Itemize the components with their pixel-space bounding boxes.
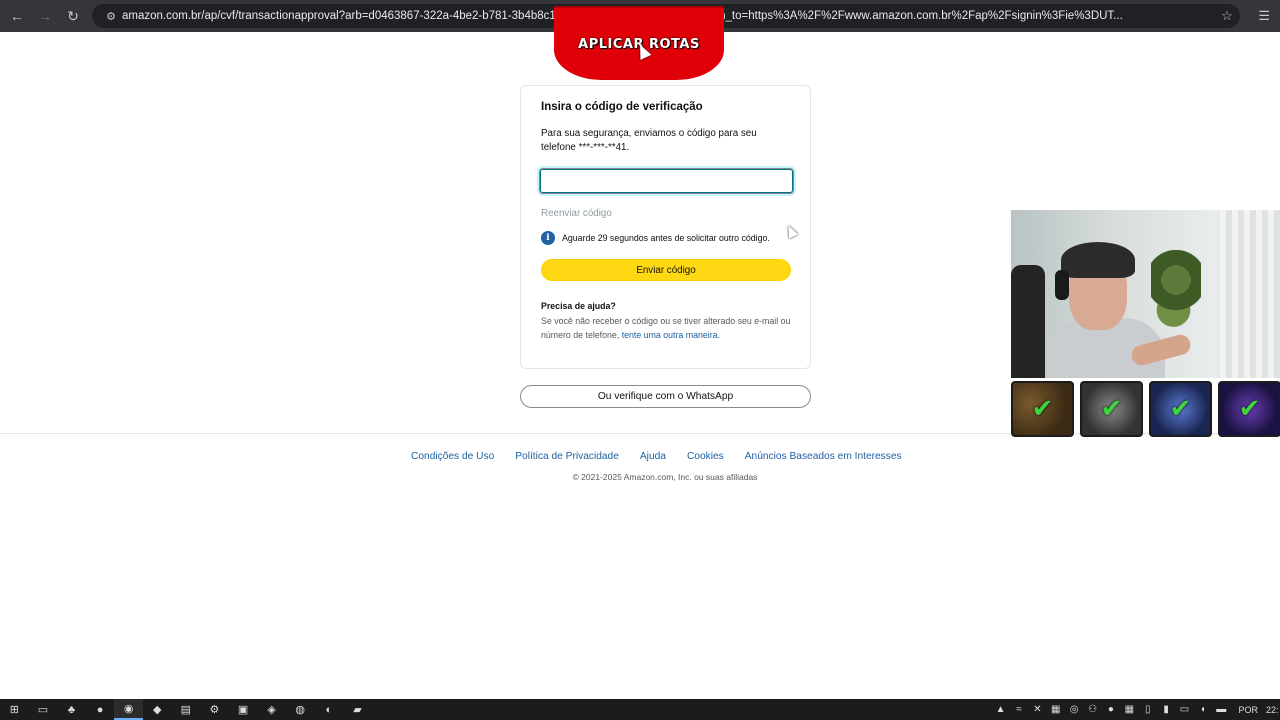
help-title: Precisa de ajuda? xyxy=(541,301,616,311)
obs-icon[interactable]: ⚙ xyxy=(200,699,229,720)
help-text-end: . xyxy=(717,330,720,340)
app-icon[interactable]: ◐ xyxy=(315,699,344,720)
footer-link-help[interactable]: Ajuda xyxy=(640,451,666,462)
resend-code-link[interactable]: Reenviar código xyxy=(541,208,612,219)
webcam-headphone xyxy=(1055,270,1069,300)
file-explorer-icon[interactable]: ▭ xyxy=(29,699,58,720)
check-icon: ✔ xyxy=(1238,394,1261,424)
app-icon[interactable]: ◈ xyxy=(257,699,286,720)
footer-link-privacy[interactable]: Política de Privacidade xyxy=(515,451,619,462)
verification-card: Insira o código de verificação Para sua … xyxy=(520,85,811,369)
spotify-icon[interactable]: ● xyxy=(86,699,115,720)
page-title: Insira o código de verificação xyxy=(541,101,703,113)
help-text: Se você não receber o código ou se tiver… xyxy=(541,314,791,342)
start-icon[interactable]: ⊞ xyxy=(0,699,29,720)
webcam-person-cap xyxy=(1061,242,1135,278)
tray-icon[interactable]: ✕ xyxy=(1028,704,1046,715)
app-icon[interactable]: ◆ xyxy=(143,699,172,720)
tray-icon[interactable]: ◎ xyxy=(1065,704,1083,715)
check-icon: ✔ xyxy=(1031,394,1054,424)
windows-taskbar: ⊞ ▭ ♣ ● ◉ ◆ ▤ ⚙ ▣ ◈ ◍ ◐ ▰ ▲ ≈ ✕ ▦ ◎ ⚇ ● … xyxy=(0,699,1280,720)
footer-link-cookies[interactable]: Cookies xyxy=(687,451,724,462)
check-icon: ✔ xyxy=(1100,394,1123,424)
folder-icon[interactable]: ▰ xyxy=(343,699,372,720)
tray-icon[interactable]: ▲ xyxy=(991,704,1009,715)
network-icon[interactable]: ▬ xyxy=(1212,704,1230,715)
tray-icon[interactable]: ▦ xyxy=(1047,704,1065,715)
volume-icon[interactable]: ◖ xyxy=(1194,704,1212,715)
app-icon[interactable]: ▣ xyxy=(229,699,258,720)
chrome-icon[interactable]: ◉ xyxy=(114,699,143,720)
info-icon: i xyxy=(541,231,555,245)
tray-icon[interactable]: ▯ xyxy=(1139,704,1157,715)
try-another-way-link[interactable]: tente uma outra maneira xyxy=(622,330,718,340)
bookmark-star-icon[interactable]: ☆ xyxy=(1214,8,1240,24)
wait-info-message: i Aguarde 29 segundos antes de solicitar… xyxy=(541,231,770,245)
tab-search-icon[interactable]: ☰ xyxy=(1258,8,1270,24)
clock[interactable]: 22: xyxy=(1266,705,1280,715)
footer-link-terms[interactable]: Condições de Uso xyxy=(411,451,494,462)
tray-icon[interactable]: ▭ xyxy=(1175,704,1193,715)
reload-icon[interactable]: ↻ xyxy=(59,0,87,32)
achievement-tiles: ✔ ✔ ✔ ✔ xyxy=(1011,381,1280,437)
achievement-tile: ✔ xyxy=(1080,381,1143,437)
app-icon[interactable]: ♣ xyxy=(57,699,86,720)
system-tray: ▲ ≈ ✕ ▦ ◎ ⚇ ● ▦ ▯ ▮ ▭ ◖ ▬ POR 22: xyxy=(991,699,1280,720)
verification-code-input[interactable] xyxy=(539,168,794,194)
footer-link-interest-ads[interactable]: Anúncios Baseados em Interesses xyxy=(745,451,902,462)
send-code-button[interactable]: Enviar código xyxy=(541,259,791,281)
microphone-icon[interactable]: ▮ xyxy=(1157,704,1175,715)
app-icon[interactable]: ▤ xyxy=(172,699,201,720)
verify-whatsapp-button[interactable]: Ou verifique com o WhatsApp xyxy=(520,385,811,408)
tray-icon[interactable]: ▦ xyxy=(1120,704,1138,715)
copyright: © 2021-2025 Amazon.com, Inc. ou suas afi… xyxy=(572,472,758,482)
security-description: Para sua segurança, enviamos o código pa… xyxy=(541,128,757,153)
webcam-curtain xyxy=(1220,210,1280,378)
tray-icon[interactable]: ≈ xyxy=(1010,704,1028,715)
tray-icon[interactable]: ● xyxy=(1102,704,1120,715)
site-info-icon[interactable]: ⚙ xyxy=(100,10,122,23)
tray-icon[interactable]: ⚇ xyxy=(1083,704,1101,715)
webcam-chair xyxy=(1011,265,1045,378)
webcam-feed xyxy=(1011,210,1280,378)
wait-info-text: Aguarde 29 segundos antes de solicitar o… xyxy=(562,233,770,243)
achievement-tile: ✔ xyxy=(1218,381,1280,437)
aplicar-rotas-badge: APLICAR ROTAS xyxy=(554,6,724,80)
back-icon[interactable]: ← xyxy=(3,0,31,32)
discord-icon[interactable]: ◍ xyxy=(286,699,315,720)
achievement-tile: ✔ xyxy=(1149,381,1212,437)
footer-links: Condições de Uso Política de Privacidade… xyxy=(411,451,923,462)
forward-icon[interactable]: → xyxy=(31,0,59,32)
keyboard-language[interactable]: POR xyxy=(1238,705,1258,715)
check-icon: ✔ xyxy=(1169,394,1192,424)
achievement-tile: ✔ xyxy=(1011,381,1074,437)
